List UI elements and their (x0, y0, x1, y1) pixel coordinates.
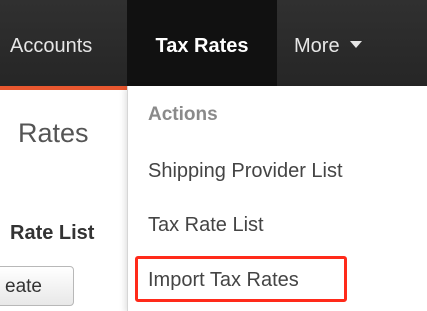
nav-tab-label: Accounts (10, 35, 93, 57)
create-button[interactable]: eate (0, 266, 74, 306)
section-title: Rate List (10, 222, 95, 244)
top-navigation-bar: Accounts Tax Rates More (0, 0, 427, 86)
nav-active-underline (0, 86, 127, 90)
caret-down-icon (349, 41, 362, 49)
screen: Accounts Tax Rates More Rates Rate List … (0, 0, 427, 311)
nav-tab-label: More (294, 35, 340, 57)
page-title: Rates (18, 118, 89, 148)
menu-item-tax-rate-list[interactable]: Tax Rate List (148, 214, 264, 237)
more-dropdown-menu: Actions Shipping Provider List Tax Rate … (127, 86, 427, 311)
menu-item-shipping-provider-list[interactable]: Shipping Provider List (148, 160, 343, 183)
nav-tab-tax-rates[interactable]: Tax Rates (127, 0, 277, 86)
menu-item-import-tax-rates[interactable]: Import Tax Rates (148, 269, 299, 292)
nav-tab-more[interactable]: More (294, 0, 362, 86)
nav-tab-label: Tax Rates (155, 35, 249, 57)
dropdown-section-header: Actions (148, 104, 218, 125)
nav-tab-accounts[interactable]: Accounts (10, 0, 92, 86)
